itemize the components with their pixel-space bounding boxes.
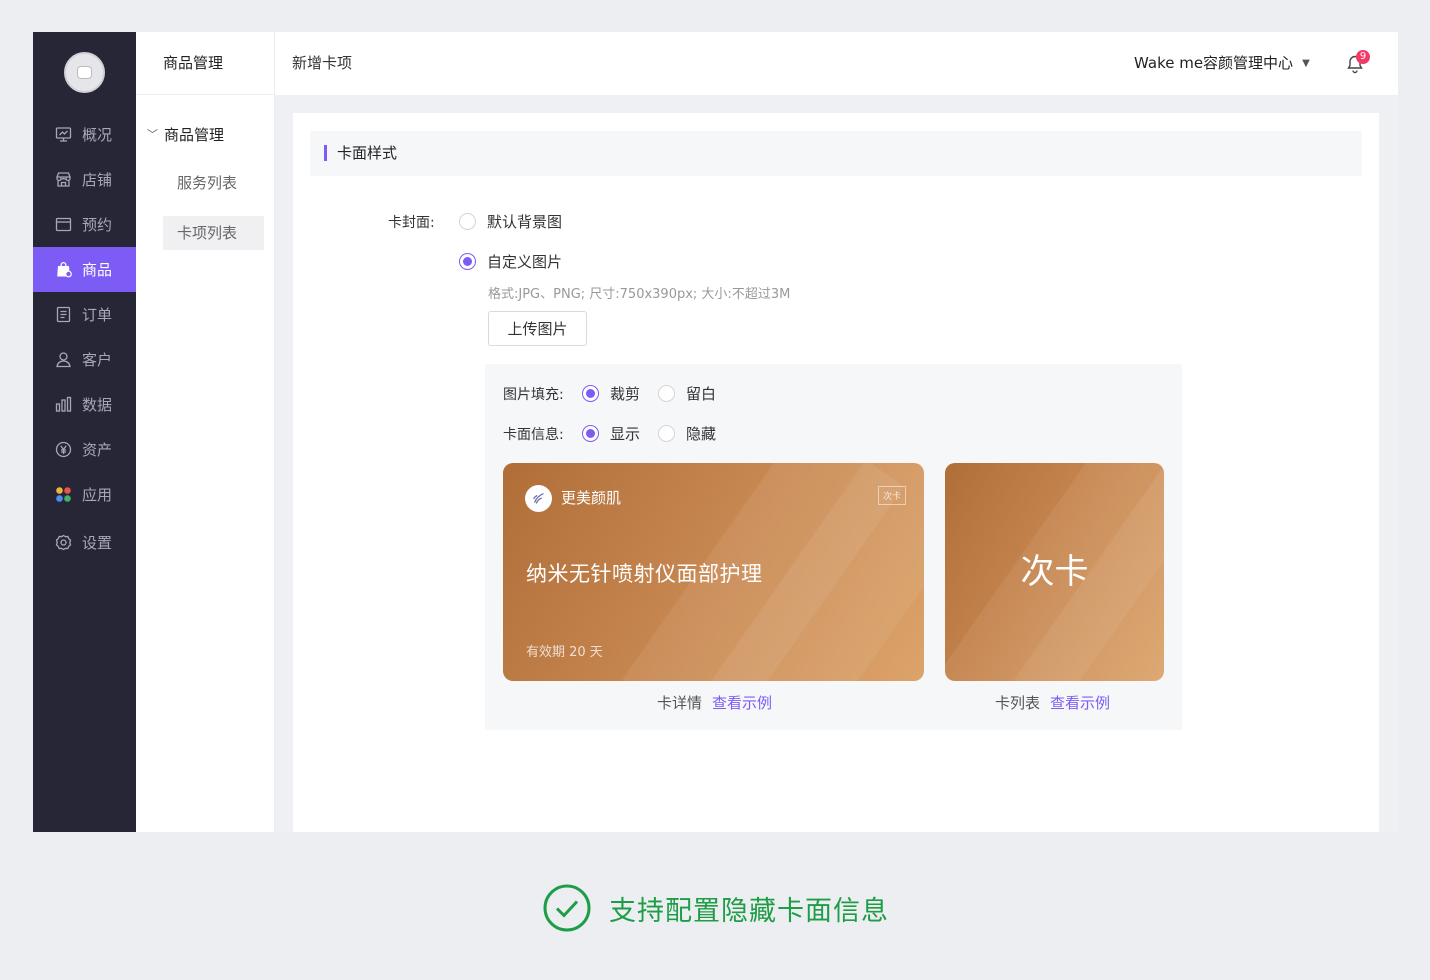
sidebar-item-label: 应用 [82,486,113,504]
subnav-item-card-list[interactable]: 卡项列表 [163,216,264,250]
page-title: 新增卡项 [292,54,353,72]
card-type-tag: 次卡 [877,486,906,505]
sidebar-item-booking[interactable]: 预约 [33,202,136,247]
section-title: 卡面样式 [337,144,398,162]
store-icon [55,171,72,188]
sidebar-item-label: 店铺 [82,171,113,189]
radio-unchecked[interactable] [658,425,675,442]
top-header: 新增卡项 Wake me容颜管理中心 ▼ 9 [275,32,1398,95]
radio-checked[interactable] [582,385,599,402]
sidebar-item-label: 资产 [82,441,113,459]
card-preview-panel: 图片填充: 裁剪 留白 卡面信息: 显示 隐藏 更美颜肌 次卡 纳米无针喷射仪面… [485,364,1182,730]
radio-unchecked[interactable] [658,385,675,402]
cover-label: 卡封面: [388,215,435,231]
subnav-group-label: 商品管理 [164,125,225,144]
user-icon [55,351,72,368]
section-accent-bar [324,145,327,161]
upload-hint: 格式:JPG、PNG; 尺寸:750x390px; 大小:不超过3M [488,287,791,302]
sidebar-item-label: 商品 [82,261,113,279]
main-content: 卡面样式 卡封面: 默认背景图 自定义图片 格式:JPG、PNG; 尺寸:750… [293,113,1379,832]
sidebar-item-label: 订单 [82,306,113,324]
feature-note: 支持配置隐藏卡面信息 [543,884,889,932]
subnav-item-service-list[interactable]: 服务列表 [163,166,264,200]
card-info-label: 卡面信息: [503,427,564,443]
chevron-down-icon: ﹀ [147,128,158,141]
sidebar-item-store[interactable]: 店铺 [33,157,136,202]
card-service-name: 纳米无针喷射仪面部护理 [526,562,763,586]
app-window: 概况 店铺 预约 商品 订单 客户 数据 资产 应用 设置 商品管理 ﹀ 商品管… [33,32,1398,832]
radio-label: 裁剪 [610,385,641,403]
subnav-title: 商品管理 [136,32,275,95]
brand-logo-icon [525,485,552,512]
check-circle-icon [543,884,591,932]
radio-unchecked[interactable] [459,213,476,230]
caret-down-icon: ▼ [1302,58,1310,69]
view-example-link[interactable]: 查看示例 [1050,692,1110,713]
radio-checked[interactable] [459,253,476,270]
radio-label: 隐藏 [686,425,717,443]
sidebar-item-assets[interactable]: 资产 [33,427,136,472]
fill-label: 图片填充: [503,387,564,403]
card-list-preview: 次卡 [945,463,1164,681]
fill-option-crop[interactable]: 裁剪 [582,383,640,404]
yen-coin-icon [55,441,72,458]
card-detail-caption: 卡详情 查看示例 [657,692,772,713]
info-option-hide[interactable]: 隐藏 [658,423,716,444]
sidebar-item-apps[interactable]: 应用 [33,472,136,517]
sidebar-item-label: 数据 [82,396,113,414]
sidebar-item-label: 设置 [82,534,113,552]
sidebar-item-customers[interactable]: 客户 [33,337,136,382]
bar-chart-icon [55,396,72,413]
radio-label: 显示 [610,425,641,443]
gear-icon [55,534,72,551]
apps-grid-icon [55,486,72,503]
radio-checked[interactable] [582,425,599,442]
caption-label: 卡列表 [995,694,1041,712]
calendar-icon [55,216,72,233]
subnav-group-toggle[interactable]: ﹀ 商品管理 [136,117,275,151]
radio-label: 自定义图片 [487,253,563,271]
card-list-title: 次卡 [1020,552,1089,592]
sidebar-item-settings[interactable]: 设置 [33,520,136,565]
notification-badge: 9 [1356,50,1370,64]
section-header: 卡面样式 [310,131,1362,176]
info-option-show[interactable]: 显示 [582,423,640,444]
sub-sidebar: 商品管理 ﹀ 商品管理 服务列表 卡项列表 [136,32,275,832]
feature-note-text: 支持配置隐藏卡面信息 [609,895,889,927]
document-icon [55,306,72,323]
card-validity: 有效期 20 天 [526,645,603,660]
radio-label: 留白 [686,385,717,403]
org-name: Wake me容颜管理中心 [1134,54,1294,72]
sidebar-item-overview[interactable]: 概况 [33,112,136,157]
shopping-bag-icon [55,261,72,278]
monitor-icon [55,126,72,143]
card-detail-preview: 更美颜肌 次卡 纳米无针喷射仪面部护理 有效期 20 天 [503,463,924,681]
caption-label: 卡详情 [657,694,703,712]
radio-label: 默认背景图 [487,213,563,231]
avatar[interactable] [64,52,105,93]
view-example-link[interactable]: 查看示例 [712,692,772,713]
sidebar-item-label: 概况 [82,126,113,144]
upload-image-button[interactable]: 上传图片 [488,311,587,346]
sidebar-item-label: 客户 [82,351,113,369]
org-switcher[interactable]: Wake me容颜管理中心 ▼ [1134,32,1310,95]
cover-option-custom[interactable]: 自定义图片 [459,251,562,272]
sidebar-item-products[interactable]: 商品 [33,247,136,292]
sidebar-item-data[interactable]: 数据 [33,382,136,427]
sidebar-item-orders[interactable]: 订单 [33,292,136,337]
card-list-caption: 卡列表 查看示例 [995,692,1110,713]
cover-option-default[interactable]: 默认背景图 [459,211,562,232]
main-sidebar: 概况 店铺 预约 商品 订单 客户 数据 资产 应用 设置 [33,32,136,832]
sidebar-item-label: 预约 [82,216,113,234]
fill-option-padding[interactable]: 留白 [658,383,716,404]
brand-name: 更美颜肌 [561,489,622,507]
